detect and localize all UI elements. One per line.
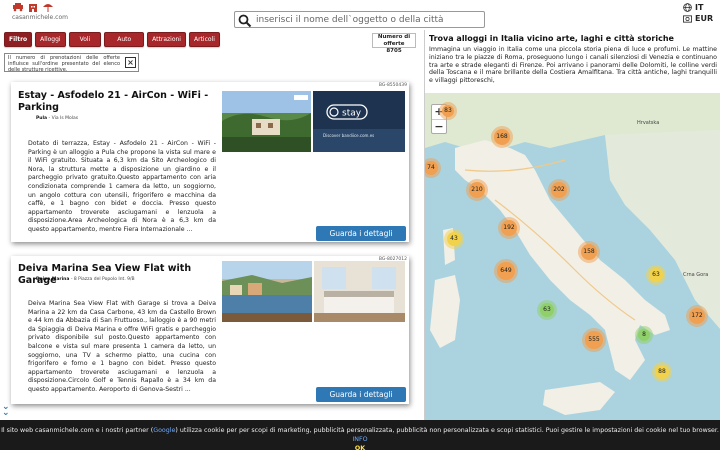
map-cluster[interactable]: 172	[686, 305, 708, 327]
map[interactable]: Hrvatska Crna Gora Trova alloggi in Ital…	[424, 30, 720, 420]
listing-title[interactable]: Estay - Asfodelo 21 - AirCon - WiFi - Pa…	[18, 90, 218, 114]
cluster-count: 43	[446, 231, 462, 247]
cluster-count: 168	[494, 129, 510, 145]
filter-attractions[interactable]: Attrazioni	[147, 32, 186, 47]
map-country-label: Crna Gora	[683, 272, 709, 278]
map-cluster[interactable]: 158	[578, 241, 600, 263]
filter-flights[interactable]: Voli	[68, 32, 102, 47]
cluster-count: 74	[425, 160, 439, 176]
language-label: IT	[695, 3, 704, 12]
photo-caption: Discover bandiice.com.es	[323, 133, 375, 138]
cookie-info-link[interactable]: INFO	[352, 436, 367, 443]
map-info-panel: Trova alloggi in Italia vicino arte, lag…	[425, 30, 720, 93]
cluster-count: 210	[469, 182, 485, 198]
search-box[interactable]	[234, 11, 485, 28]
map-cluster[interactable]: 63	[537, 300, 557, 320]
listing-location: Pula - Via Is Molas	[36, 116, 79, 121]
globe-icon	[683, 3, 692, 12]
notice-text: Il numero di prenotazioni delle offerte …	[8, 55, 120, 73]
listing-description: Dotato di terrazza, Estay - Asfodelo 21 …	[28, 140, 216, 233]
offer-count-label: Numero di offerte	[377, 34, 411, 47]
map-country-label: Hrvatska	[637, 120, 660, 126]
cluster-count: 8	[637, 328, 651, 342]
cluster-count: 63	[648, 267, 664, 283]
close-icon[interactable]: ×	[125, 57, 136, 68]
listing-location: Deiva Marina - 8 Piazza del Popolo Int. …	[36, 277, 135, 282]
details-button[interactable]: Guarda i dettagli	[316, 387, 406, 402]
listing-interior-photo[interactable]	[314, 261, 405, 322]
filter-button[interactable]: Filtro	[4, 32, 33, 47]
listing-city: Deiva Marina	[36, 277, 70, 282]
hotel-icon	[29, 4, 37, 12]
currency-label: EUR	[695, 14, 714, 23]
header: casanmichele.com IT EUR	[0, 0, 720, 30]
filter-bar: Filtro Alloggi Voli Auto Attrazioni Arti…	[4, 32, 220, 47]
cluster-count: 192	[501, 220, 517, 236]
map-cluster[interactable]: 202	[548, 179, 570, 201]
zoom-out-button[interactable]: −	[432, 120, 446, 135]
map-cluster[interactable]: 63	[646, 265, 666, 285]
cluster-count: 649	[497, 262, 515, 280]
svg-text:stay: stay	[342, 109, 362, 119]
money-icon	[683, 14, 692, 23]
filter-accommodation[interactable]: Alloggi	[35, 32, 66, 47]
map-cluster[interactable]: 88	[652, 362, 672, 382]
cookie-ok-button[interactable]: OK	[355, 445, 365, 450]
map-description: Immagina un viaggio in Italia come una p…	[429, 46, 717, 85]
listing-address: Via Is Molas	[51, 116, 79, 121]
cluster-count: 202	[551, 182, 567, 198]
scroll-down-icon[interactable]: ⌄ ⌄	[2, 403, 10, 418]
listing-title[interactable]: Deiva Marina Sea View Flat with Garage	[18, 263, 223, 287]
listing-photo[interactable]	[222, 261, 312, 322]
offer-count-value: 8705	[386, 48, 402, 54]
map-cluster[interactable]: 555	[582, 328, 606, 352]
listing-code: BG-8550439	[378, 83, 407, 88]
listing-panel[interactable]: BG-8550439 Estay - Asfodelo 21 - AirCon …	[0, 76, 422, 420]
map-cluster[interactable]: 192	[498, 217, 520, 239]
listing-logo-photo[interactable]: stay Discover bandiice.com.es	[313, 91, 405, 152]
map-cluster[interactable]: 43	[444, 229, 464, 249]
map-cluster[interactable]: 8	[635, 326, 653, 344]
locale-selector[interactable]: IT EUR	[683, 2, 713, 24]
filter-articles[interactable]: Articoli	[188, 32, 220, 47]
search-icon[interactable]	[238, 13, 252, 27]
cluster-count: 63	[539, 302, 555, 318]
car-icon	[13, 3, 23, 12]
cookie-text-after: ) utilizza cookie per per scopi di marke…	[175, 427, 719, 434]
cluster-count: 555	[585, 331, 603, 349]
cookie-text-before: Il sito web casanmichele.com e i nostri …	[1, 427, 154, 434]
umbrella-icon	[43, 4, 53, 12]
cluster-count: 158	[581, 244, 597, 260]
map-cluster[interactable]: 649	[494, 259, 518, 283]
ranking-notice: Il numero di prenotazioni delle offerte …	[4, 53, 139, 73]
listing-description: Deiva Marina Sea View Flat with Garage s…	[28, 300, 216, 393]
site-logo[interactable]: casanmichele.com	[12, 2, 68, 26]
offer-count: Numero di offerte 8705	[372, 33, 416, 54]
map-title: Trova alloggi in Italia vicino arte, lag…	[429, 34, 674, 43]
currency-option[interactable]: EUR	[683, 13, 713, 24]
listing-card[interactable]: BG-8550439 Estay - Asfodelo 21 - AirCon …	[11, 82, 409, 242]
cookie-banner: Il sito web casanmichele.com e i nostri …	[0, 420, 720, 450]
cluster-count: 88	[654, 364, 670, 380]
logo-icons	[12, 2, 60, 12]
listing-city: Pula	[36, 116, 48, 121]
cookie-google-link[interactable]: Google	[153, 427, 175, 434]
logo-text: casanmichele.com	[12, 14, 68, 21]
filter-cars[interactable]: Auto	[104, 32, 145, 47]
listing-card[interactable]: BG-8027012 Deiva Marina Sea View Flat wi…	[11, 256, 409, 404]
map-cluster[interactable]: 168	[491, 126, 513, 148]
map-cluster[interactable]: 210	[466, 179, 488, 201]
map-cluster[interactable]: 83	[439, 102, 457, 120]
cluster-count: 83	[441, 104, 455, 118]
details-button[interactable]: Guarda i dettagli	[316, 226, 406, 241]
search-input[interactable]	[256, 14, 481, 25]
listing-address: 8 Piazza del Popolo Int. 9/B	[73, 277, 135, 282]
listing-photo[interactable]	[222, 91, 311, 152]
language-option[interactable]: IT	[683, 2, 713, 13]
cluster-count: 172	[689, 308, 705, 324]
